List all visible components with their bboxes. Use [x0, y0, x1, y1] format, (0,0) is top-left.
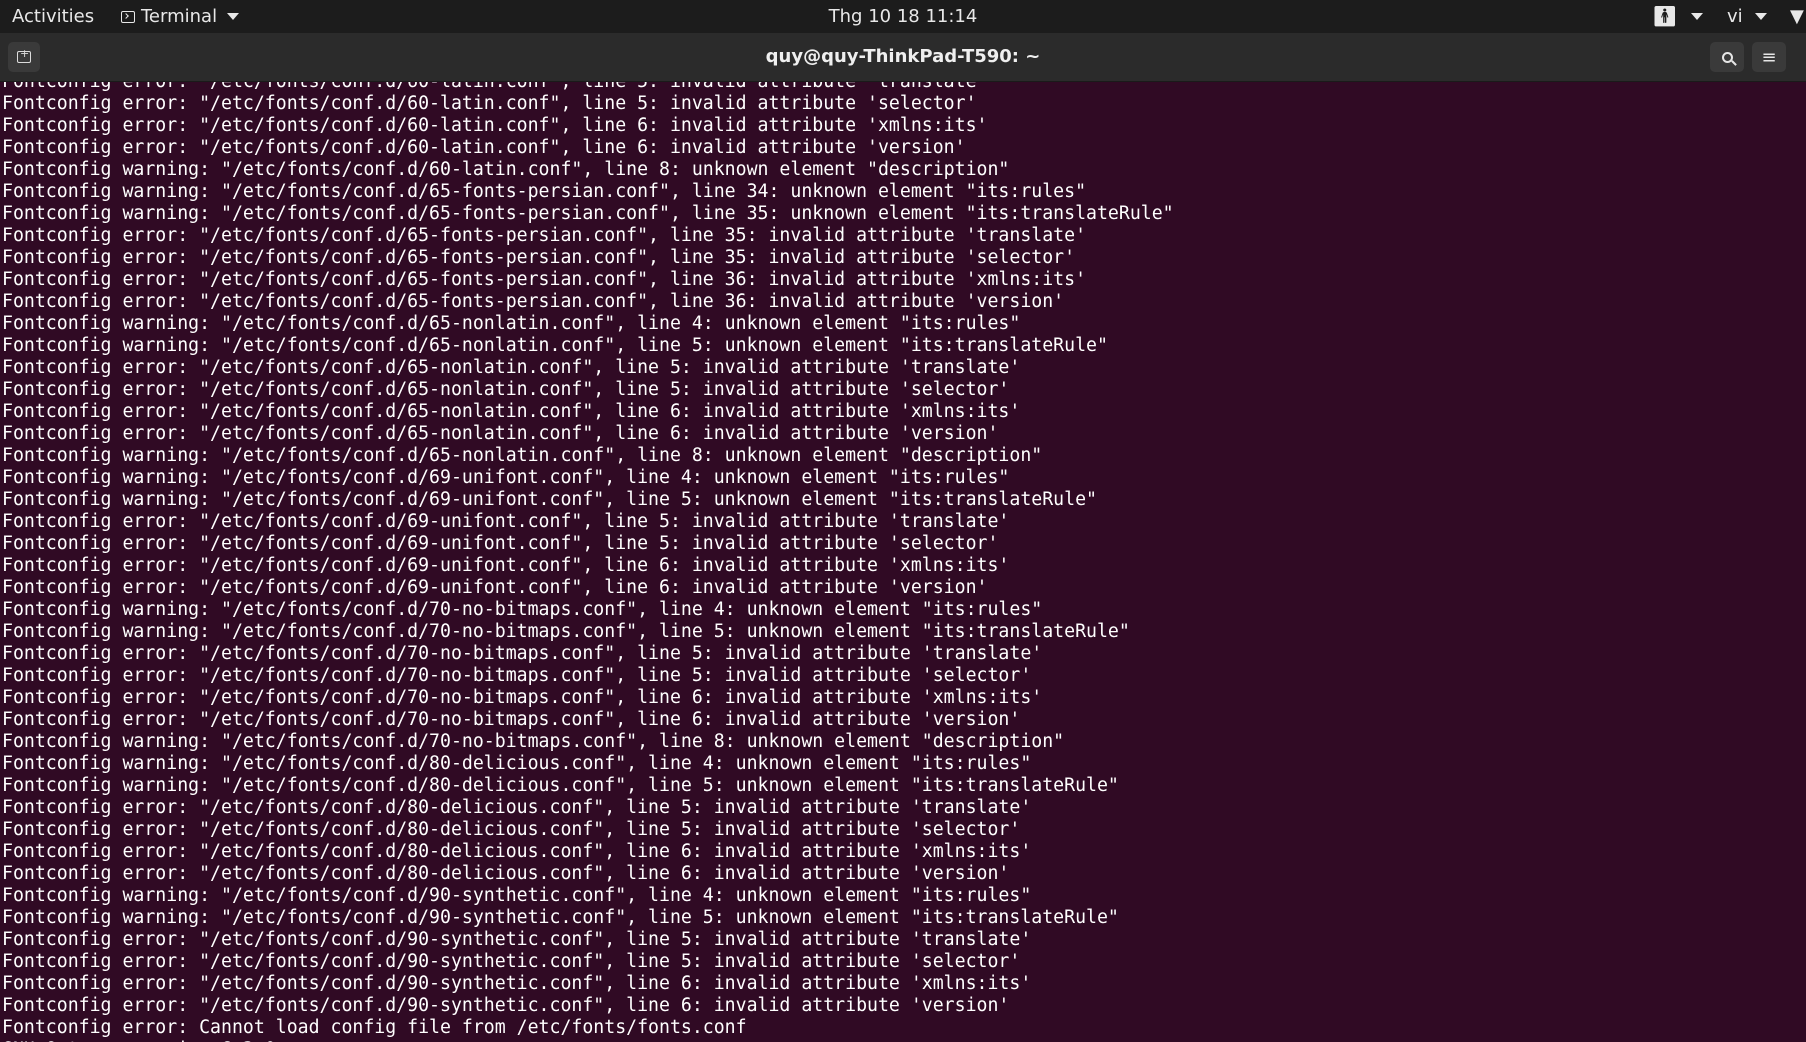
- terminal-line: Fontconfig error: "/etc/fonts/conf.d/65-…: [2, 269, 1087, 290]
- terminal-line: Fontconfig error: "/etc/fonts/conf.d/65-…: [2, 423, 999, 444]
- terminal-line: Fontconfig warning: "/etc/fonts/conf.d/6…: [2, 445, 1043, 466]
- clock: Thg 10 18 11:14: [0, 0, 1806, 33]
- terminal-line: Fontconfig error: "/etc/fonts/conf.d/60-…: [2, 93, 977, 114]
- terminal-lines: Fontconfig error: "/etc/fonts/conf.d/60-…: [2, 82, 1174, 1042]
- language-label: vi: [1727, 6, 1743, 27]
- terminal-line: Fontconfig warning: "/etc/fonts/conf.d/9…: [2, 885, 1032, 906]
- accessibility-icon: 🚹︎: [1652, 4, 1678, 28]
- terminal-line: Fontconfig error: "/etc/fonts/conf.d/65-…: [2, 225, 1087, 246]
- terminal-line: Fontconfig warning: "/etc/fonts/conf.d/6…: [2, 313, 1021, 334]
- terminal-header-bar: quy@quy-ThinkPad-T590: ~ ≡: [0, 33, 1806, 82]
- terminal-line: Fontconfig error: "/etc/fonts/conf.d/70-…: [2, 709, 1021, 730]
- new-tab-button[interactable]: [8, 42, 40, 72]
- terminal-line: Fontconfig warning: "/etc/fonts/conf.d/6…: [2, 181, 1087, 202]
- terminal-line: Fontconfig error: Cannot load config fil…: [2, 1017, 747, 1038]
- language-menu[interactable]: vi: [1727, 0, 1767, 33]
- terminal-line: Fontconfig error: "/etc/fonts/conf.d/65-…: [2, 247, 1076, 268]
- terminal-line: Fontconfig error: "/etc/fonts/conf.d/60-…: [2, 82, 1174, 93]
- hamburger-menu-button[interactable]: ≡: [1752, 42, 1786, 72]
- terminal-line: Fontconfig warning: "/etc/fonts/conf.d/7…: [2, 599, 1043, 620]
- terminal-line: Fontconfig error: "/etc/fonts/conf.d/69-…: [2, 511, 1010, 532]
- terminal-line: Fontconfig error: "/etc/fonts/conf.d/70-…: [2, 665, 1032, 686]
- top-bar: Activities Terminal Thg 10 18 11:14 🚹︎ v…: [0, 0, 1806, 33]
- chevron-down-icon: [227, 13, 240, 20]
- terminal-line: Fontconfig error: "/etc/fonts/conf.d/65-…: [2, 401, 1021, 422]
- activities-button[interactable]: Activities: [12, 0, 94, 33]
- app-menu-label: Terminal: [141, 6, 218, 27]
- chevron-down-icon: [1691, 13, 1704, 20]
- terminal-output[interactable]: Fontconfig error: "/etc/fonts/conf.d/60-…: [0, 82, 1806, 1042]
- hamburger-menu-icon: ≡: [1761, 46, 1777, 68]
- terminal-line: Fontconfig warning: "/etc/fonts/conf.d/6…: [2, 159, 1010, 180]
- new-tab-icon: [17, 47, 31, 63]
- search-icon: [1721, 51, 1733, 63]
- terminal-line: Fontconfig error: "/etc/fonts/conf.d/65-…: [2, 291, 1065, 312]
- terminal-line: Fontconfig error: "/etc/fonts/conf.d/65-…: [2, 357, 1021, 378]
- terminal-line: Fontconfig error: "/etc/fonts/conf.d/60-…: [2, 115, 988, 136]
- app-menu-terminal[interactable]: Terminal: [121, 0, 240, 33]
- terminal-line: Fontconfig warning: "/etc/fonts/conf.d/7…: [2, 621, 1130, 642]
- terminal-line: Fontconfig warning: "/etc/fonts/conf.d/6…: [2, 335, 1108, 356]
- clock-label[interactable]: Thg 10 18 11:14: [829, 6, 978, 27]
- terminal-line: Fontconfig error: "/etc/fonts/conf.d/65-…: [2, 379, 1010, 400]
- terminal-line: Fontconfig error: "/etc/fonts/conf.d/69-…: [2, 555, 1010, 576]
- terminal-line: Fontconfig warning: "/etc/fonts/conf.d/6…: [2, 203, 1174, 224]
- terminal-line: Fontconfig error: "/etc/fonts/conf.d/80-…: [2, 863, 1010, 884]
- accessibility-menu[interactable]: 🚹︎: [1652, 0, 1704, 33]
- window-title: quy@quy-ThinkPad-T590: ~: [765, 46, 1041, 67]
- terminal-line: Fontconfig error: "/etc/fonts/conf.d/90-…: [2, 973, 1032, 994]
- terminal-line: Fontconfig warning: "/etc/fonts/conf.d/8…: [2, 753, 1032, 774]
- terminal-icon: [121, 10, 135, 23]
- terminal-line: Fontconfig error: "/etc/fonts/conf.d/60-…: [2, 137, 966, 158]
- terminal-line: Fontconfig error: "/etc/fonts/conf.d/70-…: [2, 687, 1043, 708]
- terminal-line: Fontconfig error: "/etc/fonts/conf.d/70-…: [2, 643, 1043, 664]
- network-icon[interactable]: ▼: [1790, 0, 1804, 33]
- terminal-line: Fontconfig error: "/etc/fonts/conf.d/80-…: [2, 819, 1021, 840]
- terminal-line: Fontconfig error: "/etc/fonts/conf.d/80-…: [2, 797, 1032, 818]
- terminal-line: Fontconfig warning: "/etc/fonts/conf.d/6…: [2, 467, 1010, 488]
- terminal-line: Fontconfig warning: "/etc/fonts/conf.d/7…: [2, 731, 1065, 752]
- search-button[interactable]: [1710, 42, 1744, 72]
- terminal-line: Fontconfig warning: "/etc/fonts/conf.d/6…: [2, 489, 1097, 510]
- terminal-line: Fontconfig error: "/etc/fonts/conf.d/80-…: [2, 841, 1032, 862]
- terminal-line: Fontconfig warning: "/etc/fonts/conf.d/9…: [2, 907, 1119, 928]
- terminal-line: Fontconfig error: "/etc/fonts/conf.d/69-…: [2, 533, 999, 554]
- chevron-down-icon: [1754, 13, 1767, 20]
- terminal-line: Fontconfig error: "/etc/fonts/conf.d/90-…: [2, 951, 1021, 972]
- terminal-line: Fontconfig error: "/etc/fonts/conf.d/69-…: [2, 577, 988, 598]
- terminal-line: Fontconfig error: "/etc/fonts/conf.d/90-…: [2, 995, 1010, 1016]
- terminal-line: Fontconfig warning: "/etc/fonts/conf.d/8…: [2, 775, 1119, 796]
- terminal-line: Fontconfig error: "/etc/fonts/conf.d/90-…: [2, 929, 1032, 950]
